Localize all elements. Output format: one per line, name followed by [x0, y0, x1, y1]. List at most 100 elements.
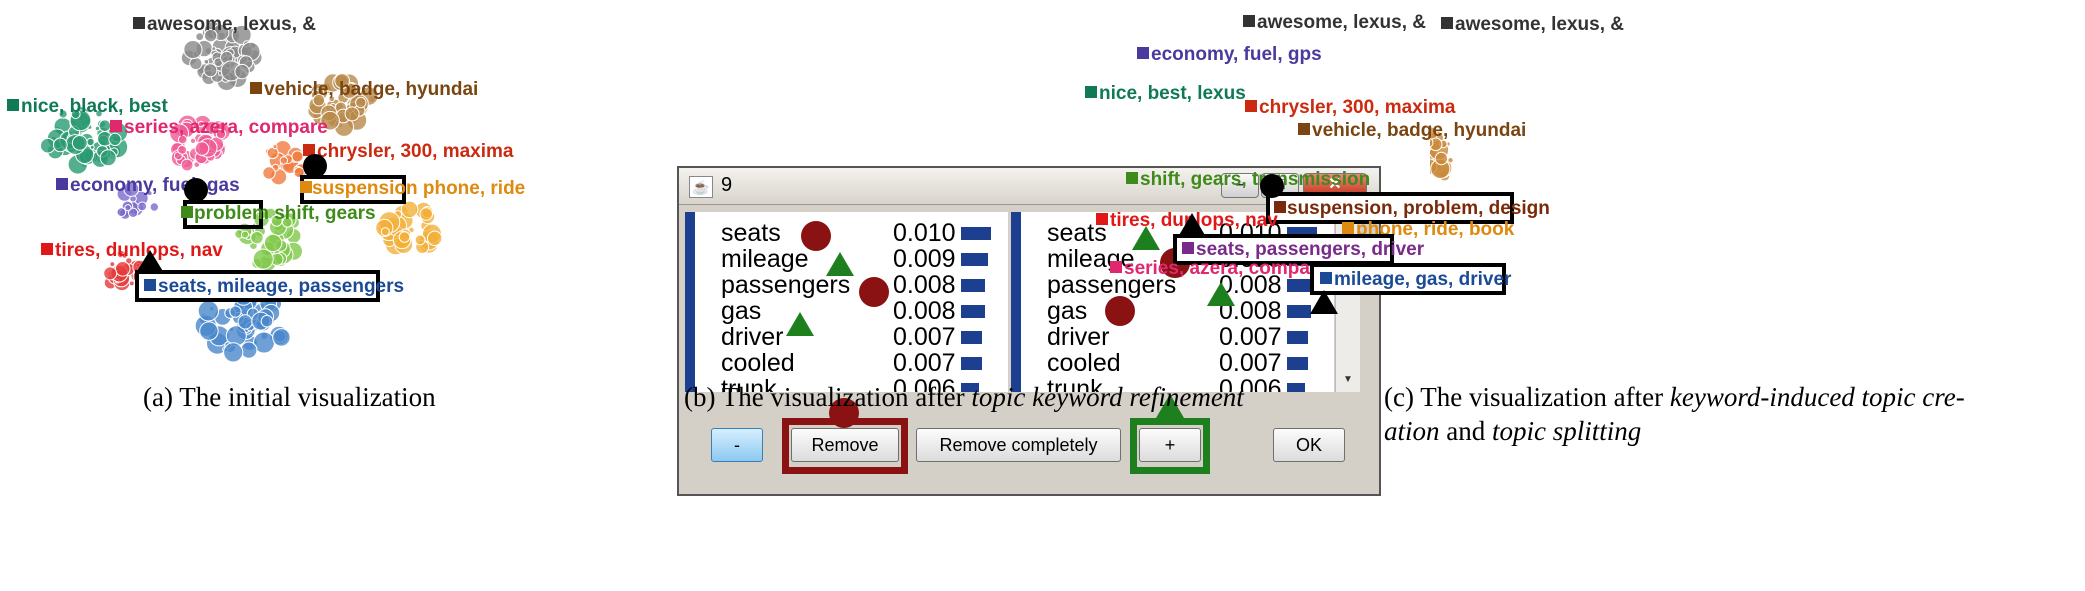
keyword-word: seats [721, 219, 781, 247]
topic-bubble [398, 231, 411, 243]
legend-square-series [110, 120, 122, 132]
label-nice: nice, black, best [21, 96, 168, 117]
keyword-probability: 0.010 [893, 219, 956, 247]
label-problem: problem shift, gears [194, 203, 376, 224]
keyword-bar [961, 227, 991, 240]
keyword-probability: 0.008 [893, 297, 956, 325]
topic-bubble [86, 137, 95, 147]
topic-bubble [262, 166, 276, 180]
label-tires: tires, dunlops, nav [55, 240, 223, 261]
keyword-word: cooled [721, 349, 795, 377]
legend-square-suspension [300, 181, 312, 193]
legend-square-economy [56, 178, 68, 190]
topic-bubble [203, 63, 218, 78]
label-vehicle-c: vehicle, badge, hyundai [1312, 120, 1526, 141]
keyword-bar [961, 331, 982, 344]
topic-bubble [211, 46, 217, 52]
legend-square-nice [7, 99, 19, 111]
topic-bubble [40, 137, 56, 154]
topic-bubble [103, 266, 118, 281]
label-awesome: awesome, lexus, & [147, 14, 316, 35]
keyword-probability: 0.008 [893, 271, 956, 299]
topic-bubble [250, 231, 264, 245]
keyword-bar [961, 253, 988, 266]
left-marker-triangle-gas [786, 312, 814, 336]
topic-bubble [108, 132, 122, 146]
label-chrysler: chrysler, 300, maxima [317, 141, 514, 162]
legend-square-tires-c [1096, 213, 1108, 225]
topic-bubble [344, 106, 360, 122]
legend-square-seats-c [1182, 242, 1194, 254]
legend-square-vehicle-c [1298, 123, 1310, 135]
label-seats-c: seats, passengers, driver [1196, 239, 1425, 260]
topic-bubble [128, 280, 135, 287]
legend-square-shift-c [1126, 172, 1138, 184]
topic-bubble [177, 145, 188, 155]
topic-bubble [240, 230, 250, 239]
legend-square-vehicle [250, 82, 262, 94]
topic-bubble [223, 342, 244, 363]
topic-bubble [414, 234, 426, 246]
topic-bubble [203, 58, 210, 65]
keyword-bar [961, 305, 985, 318]
keyword-word: gas [721, 297, 762, 325]
dialog-title: 9 [721, 174, 733, 196]
topic-bubble [149, 202, 160, 212]
topic-bubble [260, 314, 274, 328]
legend-square-phone-c [1342, 222, 1354, 234]
topic-bubble [279, 156, 288, 165]
legend-square-awesome [133, 17, 145, 29]
topic-bubble [98, 119, 112, 132]
label-economy: economy, fuel, gas [70, 175, 240, 196]
topic-bubble [99, 149, 117, 167]
legend-square-nice-c [1085, 86, 1097, 98]
topic-bubble [252, 248, 274, 270]
topic-bubble [109, 261, 116, 268]
legend-square-mileage-c [1320, 272, 1332, 284]
marker-circle-economy [184, 178, 208, 202]
label-awesome-c: awesome, lexus, & [1257, 12, 1426, 33]
legend-square-seats [144, 279, 156, 291]
left-marker-triangle-mileage [826, 252, 854, 276]
topic-bubble [427, 230, 443, 247]
label-shift-c: shift, gears, transmission [1140, 169, 1370, 190]
topic-bubble [266, 146, 279, 160]
topic-bubble [263, 233, 283, 253]
keyword-probability: 0.009 [893, 245, 956, 273]
label-suspension-c: suspension, problem, design [1287, 198, 1550, 219]
label-mileage-c: mileage, gas, driver [1334, 269, 1512, 290]
topic-bubble [272, 328, 291, 347]
keyword-word: mileage [721, 245, 809, 273]
topic-bubble [229, 305, 242, 318]
label-series-c: series, azera, compare [1124, 258, 1328, 279]
topic-bubble [194, 141, 210, 156]
keyword-word: driver [721, 323, 784, 351]
minus-button[interactable]: - [711, 428, 763, 462]
label-suspension: suspension phone, ride [312, 178, 525, 199]
left-keyword-list[interactable]: seats 0.010 mileage 0.009 passengers 0.008 gas… [685, 212, 1008, 392]
remove-button[interactable]: Remove [791, 428, 899, 462]
topic-bubble [116, 207, 127, 218]
topic-bubble [137, 201, 148, 212]
label-economy-c: economy, fuel, gps [1151, 44, 1322, 65]
legend-square-economy-c [1137, 47, 1149, 59]
label-seats: seats, mileage, passengers [158, 276, 404, 297]
topic-bubble [240, 341, 258, 359]
legend-square-chrysler-c [1245, 100, 1257, 112]
topic-bubble [291, 150, 304, 163]
marker-circle-suspension [303, 154, 327, 178]
legend-square-problem [181, 206, 193, 218]
left-marker-circle-seats [801, 221, 831, 251]
topic-bubble [380, 227, 390, 237]
topic-bubble [183, 40, 203, 60]
label-vehicle: vehicle, badge, hyundai [264, 79, 478, 100]
label-chrysler-c: chrysler, 300, maxima [1259, 97, 1456, 118]
topic-bubble [180, 158, 194, 172]
caption-b: (b) The visualization after topic keywor… [684, 382, 1244, 412]
topic-bubble [197, 300, 220, 322]
marker-circle-suspension-c [1260, 174, 1284, 198]
java-icon: ☕ [689, 176, 713, 198]
topic-bubble [419, 207, 434, 221]
keyword-probability: 0.007 [893, 323, 956, 351]
panel-a-scatter: awesome, lexus, & vehicle, badge, hyunda… [7, 14, 525, 363]
